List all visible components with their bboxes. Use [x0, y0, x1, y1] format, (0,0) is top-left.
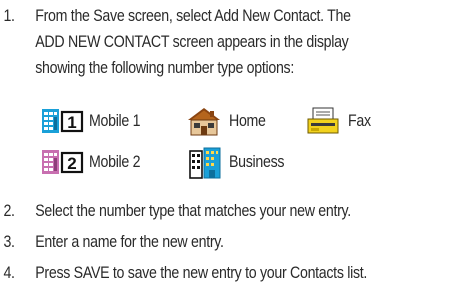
step-2: 2. Select the number type that matches yo… [0, 198, 351, 224]
step-text-line: Press SAVE to save the new entry to your… [35, 264, 368, 282]
step-number: 1. [3, 7, 15, 25]
step-number: 3. [3, 233, 15, 251]
step-3: 3. Enter a name for the new entry. [0, 229, 224, 255]
number-type-label: Mobile 1 [89, 112, 141, 130]
home-icon [188, 108, 220, 136]
step-text-line: showing the following number type option… [35, 59, 294, 77]
mobile-1-icon: 1 [42, 109, 84, 133]
svg-text:1: 1 [67, 113, 76, 132]
number-type-label: Mobile 2 [89, 153, 141, 171]
step-1: 1. From the Save screen, select Add New C… [0, 3, 351, 81]
number-type-label: Home [229, 112, 266, 130]
number-type-label: Fax [348, 112, 371, 130]
step-text-line: Select the number type that matches your… [35, 202, 351, 220]
fax-icon [307, 107, 339, 134]
step-4: 4. Press SAVE to save the new entry to yo… [0, 260, 367, 286]
business-icon [189, 147, 221, 179]
step-text-line: From the Save screen, select Add New Con… [35, 7, 351, 25]
instructions-page: 1. From the Save screen, select Add New C… [0, 0, 469, 291]
step-text-line: Enter a name for the new entry. [35, 233, 224, 251]
svg-text:2: 2 [67, 154, 76, 173]
step-number: 4. [3, 264, 15, 282]
mobile-2-icon: 2 [42, 150, 84, 174]
step-text-line: ADD NEW CONTACT screen appears in the di… [35, 33, 349, 51]
number-type-label: Business [229, 153, 285, 171]
step-number: 2. [3, 202, 15, 220]
